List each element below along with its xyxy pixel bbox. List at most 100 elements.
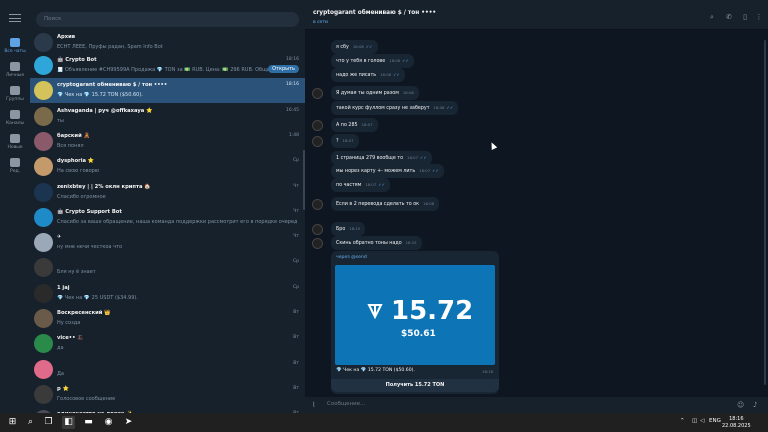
via-bot-label[interactable]: через @send — [336, 255, 367, 260]
message-text: такой курс фуллом сразу не заберут — [336, 106, 430, 111]
folder-all-chats[interactable]: Все чаты — [0, 38, 30, 64]
message-bubble[interactable]: что у тебя в голове 18:08 ✓✓ — [331, 54, 414, 68]
message-text: я сбу — [336, 45, 349, 50]
avatar — [34, 384, 53, 404]
telegram-taskbar-icon[interactable]: ➤ — [122, 416, 135, 429]
more-icon[interactable]: ⋮ — [755, 13, 763, 21]
message-bubble[interactable]: 1 страница 279 вообще то 18:07 ✓✓ — [331, 151, 432, 165]
chat-row[interactable]: vice•• 🎩 да Вт — [30, 331, 305, 356]
emoji-icon[interactable]: ☺ — [737, 401, 745, 409]
microphone-icon[interactable]: ♪ — [753, 401, 761, 409]
message-time: 18:07 — [407, 155, 418, 160]
chat-name: dysphoria ⭐ — [57, 158, 95, 165]
message-bubble[interactable]: Бро 18:15 — [331, 222, 366, 236]
volume-icon[interactable]: ◁ — [700, 418, 704, 424]
folder-rail: Все чаты Личные Группы Каналы Новые Ред. — [0, 0, 30, 413]
folder-edit[interactable]: Ред. — [0, 158, 30, 184]
sender-avatar[interactable] — [312, 120, 323, 131]
message-text: по частям — [336, 183, 362, 188]
chat-preview: да — [57, 345, 64, 352]
message-bubble[interactable]: такой курс фуллом сразу не заберут 18:08 ✓… — [331, 101, 459, 115]
message-time: 18:08 — [380, 72, 392, 77]
avatar — [34, 283, 53, 303]
sender-avatar[interactable] — [312, 238, 323, 249]
chat-name: vice•• 🎩 — [57, 335, 84, 342]
message-time: 18:07 — [419, 168, 431, 173]
folder-groups[interactable]: Группы — [0, 86, 30, 112]
message-bubble[interactable]: ? 18:07 — [331, 134, 359, 148]
menu-icon[interactable] — [9, 14, 21, 22]
message-time: 18:15 — [405, 240, 417, 245]
network-icon[interactable]: ◫ — [692, 418, 697, 424]
search-input[interactable]: Поиск — [36, 12, 299, 27]
chat-preview: ты — [57, 117, 64, 124]
chat-row[interactable]: Да Вт — [30, 357, 305, 382]
chat-time: Чт — [293, 208, 299, 214]
sender-avatar[interactable] — [312, 88, 323, 99]
attach-icon[interactable]: ⌇ — [312, 401, 320, 409]
chat-row[interactable]: ✈ ну мне нечи честкоа что Чт — [30, 230, 305, 255]
chat-name: барский 🧸 — [57, 132, 90, 139]
tray-chevron-icon[interactable]: ⌃ — [680, 418, 685, 424]
message-time: 18:08 — [433, 105, 445, 110]
chat-row[interactable]: 🤖 Crypto Bot 🧾 Объявление #CH99599А Прода… — [30, 53, 305, 78]
chat-row[interactable]: 🤖 Crypto Support Bot Спасибо за ваше обра… — [30, 205, 305, 230]
chat-row[interactable]: cryptogarant обмениваю $ / тон •••• 💎 Чек… — [30, 78, 305, 104]
message-bubble[interactable]: мы норез карту +- можем лить 18:07 ✓✓ — [331, 164, 444, 178]
message-text: Скинь обратно тоны надо — [336, 241, 402, 246]
folder-personal[interactable]: Личные — [0, 62, 30, 88]
sidebar-icon[interactable]: ▯ — [741, 13, 749, 21]
chat-row[interactable]: dysphoria ⭐ На свою говорю Ср — [30, 154, 305, 179]
read-check-icon: ✓✓ — [365, 44, 373, 49]
conversation-header[interactable]: cryptogarant обмениваю $ / тон •••• в се… — [305, 0, 768, 30]
message-bubble[interactable]: Скинь обратно тоны надо 18:15 — [331, 236, 422, 250]
file-explorer-icon[interactable]: ▬ — [82, 416, 95, 429]
open-bot-button[interactable]: Открыть — [268, 65, 299, 73]
receive-ton-button[interactable]: Получить 15.72 TON — [331, 379, 499, 392]
search-icon[interactable]: ⌕ — [708, 13, 716, 21]
chat-row[interactable]: Бля ну ë знает Ср — [30, 255, 305, 280]
message-bubble[interactable]: я сбу 18:08 ✓✓ — [331, 40, 378, 54]
message-bubble[interactable]: А по 285 18:07 — [331, 118, 378, 132]
chat-preview: Спасибо огромное — [57, 193, 106, 200]
folder-new[interactable]: Новые — [0, 134, 30, 160]
chat-time: Вт — [293, 310, 299, 315]
conversation-scrollbar[interactable] — [764, 40, 766, 385]
app-icon[interactable]: ◧ — [62, 416, 75, 429]
online-status: в сети — [313, 20, 328, 25]
chat-name: cryptogarant обмениваю $ / тон •••• — [57, 82, 168, 89]
sender-avatar[interactable] — [312, 199, 323, 210]
chat-row[interactable]: Ashvaganda | руч @offkaxaya ⭐ ты 16:45 — [30, 104, 305, 129]
chat-row[interactable]: Воскресенский 👑 Ну созда Вт — [30, 306, 305, 331]
message-text: Я думая ты одним разом — [336, 91, 399, 96]
task-view-icon[interactable]: ❐ — [42, 416, 55, 429]
chat-time: 16:45 — [286, 107, 299, 113]
message-bubble[interactable]: надо же писать 18:08 ✓✓ — [331, 68, 405, 82]
read-check-icon: ✓✓ — [378, 182, 385, 187]
system-clock[interactable]: 18:16 22.08.2025 — [722, 416, 751, 429]
message-bubble[interactable]: по частям 18:07 ✓✓ — [331, 178, 390, 192]
avatar — [34, 258, 53, 278]
user-icon — [10, 62, 20, 71]
sender-avatar[interactable] — [312, 136, 323, 147]
message-bubble[interactable]: Если в 2 перевода сделать то ок 18:08 — [331, 197, 440, 211]
chat-row[interactable]: р ⭐ Голосовое сообщение Вт — [30, 382, 305, 407]
chat-row[interactable]: 1 jaj 💎 Чек на 💎 25 USDT ($34.99). Ср — [30, 281, 305, 306]
read-check-icon: ✓✓ — [420, 155, 427, 160]
search-icon[interactable]: ⌕ — [24, 416, 37, 429]
windows-taskbar: ⊞ ⌕ ❐ ◧ ▬ ◉ ➤ ⌃ ◫ ◁ ENG 18:16 22.08.2025 — [0, 413, 768, 432]
phone-icon[interactable]: ✆ — [725, 13, 733, 21]
message-bubble[interactable]: Я думая ты одним разом 18:08 — [331, 86, 419, 100]
message-input[interactable]: Сообщение... — [327, 401, 365, 407]
chat-row[interactable]: zenixbtey | | 2% оклн крипта 🏠 Спасибо ог… — [30, 180, 305, 205]
browser-icon[interactable]: ◉ — [102, 416, 115, 429]
chat-preview: Да — [57, 370, 64, 377]
folder-channels[interactable]: Каналы — [0, 110, 30, 136]
keyboard-language[interactable]: ENG — [709, 418, 721, 424]
windows-start-icon[interactable]: ⊞ — [6, 416, 19, 429]
check-image[interactable]: 15.72 $50.61 — [335, 265, 495, 365]
sender-avatar[interactable] — [312, 224, 323, 235]
message-text: А по 285 — [336, 123, 358, 128]
chat-row[interactable]: Архив ECHT ЛЕЕЕ, Пруфы радан, Spam Info B… — [30, 30, 305, 55]
chat-row[interactable]: барский 🧸 Вся понял 1:48 — [30, 129, 305, 154]
